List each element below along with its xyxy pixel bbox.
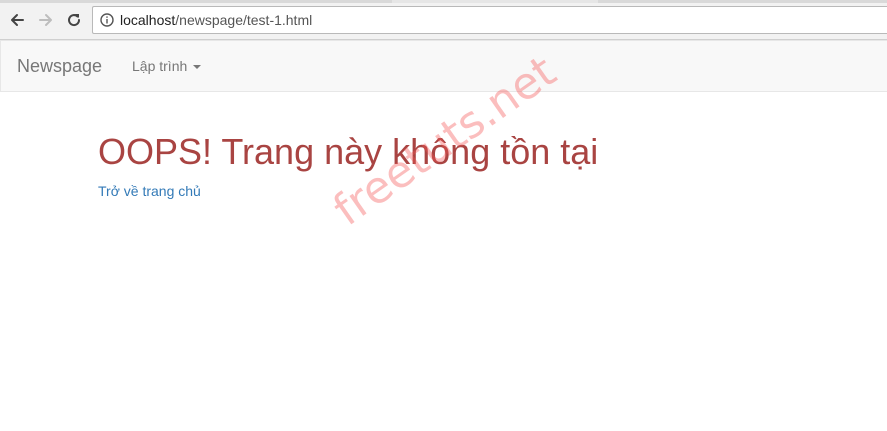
browser-toolbar: localhost/newspage/test-1.html: [0, 0, 887, 40]
info-icon[interactable]: [100, 13, 114, 27]
home-link[interactable]: Trở về trang chủ: [98, 183, 201, 200]
page-title: OOPS! Trang này không tồn tại: [98, 131, 599, 172]
site-navbar: Newspage Lập trình: [0, 40, 887, 92]
tab-edge[interactable]: [0, 0, 392, 3]
reload-button[interactable]: [64, 10, 84, 30]
forward-button[interactable]: [36, 10, 56, 30]
back-arrow-icon: [11, 14, 24, 26]
forward-arrow-icon: [39, 14, 52, 26]
url-text[interactable]: localhost/newspage/test-1.html: [120, 12, 312, 29]
url-path: /newspage/test-1.html: [175, 12, 313, 28]
url-host: localhost: [120, 12, 176, 28]
reload-icon: [68, 14, 81, 27]
back-button[interactable]: [7, 10, 27, 30]
dropdown-label: Lập trình: [132, 58, 188, 74]
tab-strip: [0, 0, 887, 3]
tab-edge[interactable]: [598, 0, 887, 3]
category-dropdown[interactable]: Lập trình: [132, 58, 202, 75]
address-bar[interactable]: localhost/newspage/test-1.html: [92, 6, 887, 34]
navbar-brand[interactable]: Newspage: [17, 56, 102, 76]
caret-down-icon: [193, 64, 202, 69]
